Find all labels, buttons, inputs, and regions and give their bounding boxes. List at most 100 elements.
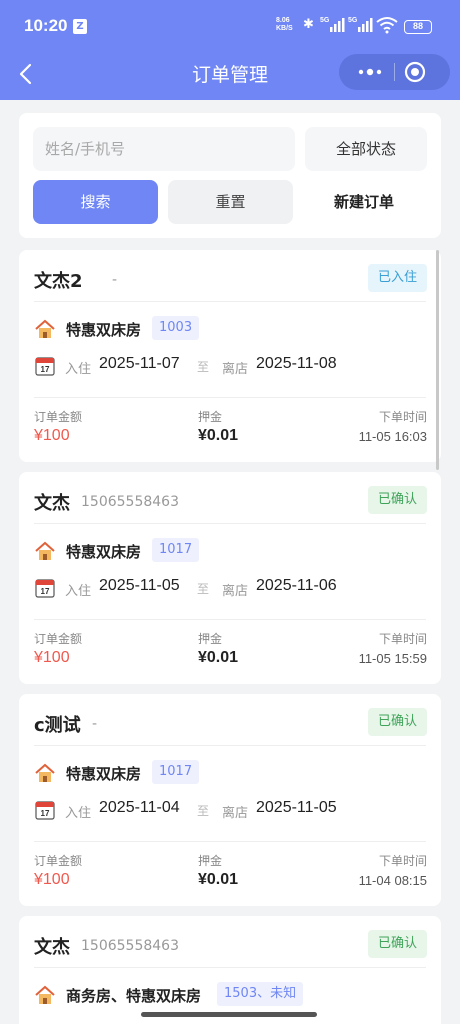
guest-name: 文杰2 xyxy=(34,271,83,292)
guest-name: 文杰 xyxy=(34,493,70,514)
house-icon xyxy=(35,541,55,560)
guest-phone: 15065558463 xyxy=(81,938,179,954)
svg-text:5G: 5G xyxy=(320,17,330,24)
order-time-label: 下单时间 xyxy=(378,854,427,868)
new-order-button[interactable]: 新建订单 xyxy=(305,180,423,224)
search-panel: 全部状态 搜索 重置 新建订单 xyxy=(19,113,441,238)
calendar-icon: 17 xyxy=(35,357,55,376)
guest-phone: - xyxy=(92,716,98,732)
order-card[interactable]: 文杰 15065558463 已确认 商务房、特惠双床房 1503、未知 xyxy=(19,916,441,1024)
checkin-date: 2025-11-07 xyxy=(99,355,180,372)
home-indicator[interactable] xyxy=(141,1012,317,1017)
app-notification-icon: Z xyxy=(73,19,87,34)
house-icon xyxy=(35,319,55,338)
deposit-value: ¥0.01 xyxy=(198,427,239,444)
date-separator: 至 xyxy=(197,360,210,374)
checkin-label: 入住 xyxy=(65,806,92,821)
signal-5g-icon: 5G xyxy=(320,17,345,32)
order-amount: ¥100 xyxy=(34,427,70,444)
capsule-divider xyxy=(394,63,395,81)
status-filter-select[interactable]: 全部状态 xyxy=(305,127,427,171)
reset-button[interactable]: 重置 xyxy=(168,180,293,224)
calendar-icon: 17 xyxy=(35,801,55,820)
status-badge: 已入住 xyxy=(367,264,427,292)
checkout-date: 2025-11-06 xyxy=(256,577,337,594)
checkin-label: 入住 xyxy=(65,584,92,599)
room-type: 特惠双床房 xyxy=(66,543,142,561)
status-bar: 10:20 Z 8.06 KB/S ✱ 5G 5G 88 xyxy=(0,0,460,50)
order-time: 11-04 08:15 xyxy=(358,873,427,888)
deposit-label: 押金 xyxy=(198,410,223,424)
order-time-label: 下单时间 xyxy=(378,632,427,646)
amount-label: 订单金额 xyxy=(34,632,83,646)
divider xyxy=(34,301,426,302)
room-type: 商务房、特惠双床房 xyxy=(66,987,202,1005)
svg-text:17: 17 xyxy=(41,809,50,818)
deposit-value: ¥0.01 xyxy=(198,871,239,888)
signal-5g-icon-2: 5G xyxy=(348,17,373,32)
deposit-value: ¥0.01 xyxy=(198,649,239,666)
divider xyxy=(34,967,426,968)
room-number: 1503、未知 xyxy=(217,982,304,1006)
checkout-date: 2025-11-08 xyxy=(256,355,337,372)
wifi-icon xyxy=(376,17,398,34)
deposit-label: 押金 xyxy=(198,854,223,868)
svg-text:17: 17 xyxy=(41,587,50,596)
battery-icon: 88 xyxy=(404,20,432,34)
status-badge: 已确认 xyxy=(367,930,427,958)
checkin-label: 入住 xyxy=(65,362,92,377)
checkin-date: 2025-11-05 xyxy=(99,577,180,594)
guest-phone: 15065558463 xyxy=(81,494,179,510)
guest-name: 文杰 xyxy=(34,937,70,958)
room-number: 1017 xyxy=(152,760,200,784)
amount-label: 订单金额 xyxy=(34,410,83,424)
order-amount: ¥100 xyxy=(34,871,70,888)
search-input[interactable] xyxy=(33,127,295,171)
order-time-label: 下单时间 xyxy=(378,410,427,424)
amount-label: 订单金额 xyxy=(34,854,83,868)
bluetooth-icon: ✱ xyxy=(303,17,314,32)
calendar-icon: 17 xyxy=(35,579,55,598)
room-number: 1003 xyxy=(152,316,200,340)
checkout-label: 离店 xyxy=(222,806,249,821)
divider xyxy=(34,523,426,524)
room-type: 特惠双床房 xyxy=(66,321,142,339)
house-icon xyxy=(35,985,55,1004)
mini-program-close-icon[interactable] xyxy=(403,60,427,84)
divider xyxy=(34,397,426,398)
mini-program-capsule xyxy=(339,54,450,90)
order-amount: ¥100 xyxy=(34,649,70,666)
status-badge: 已确认 xyxy=(367,486,427,514)
more-dots-icon[interactable] xyxy=(353,58,387,86)
guest-name: c测试 xyxy=(34,715,81,736)
checkout-label: 离店 xyxy=(222,584,249,599)
checkin-date: 2025-11-04 xyxy=(99,799,180,816)
divider xyxy=(34,745,426,746)
divider xyxy=(34,841,426,842)
scrollbar[interactable] xyxy=(436,250,439,470)
date-separator: 至 xyxy=(197,804,210,818)
net-speed: 8.06 KB/S xyxy=(276,17,293,33)
checkout-label: 离店 xyxy=(222,362,249,377)
status-badge: 已确认 xyxy=(367,708,427,736)
divider xyxy=(34,619,426,620)
checkout-date: 2025-11-05 xyxy=(256,799,337,816)
status-time: 10:20 xyxy=(24,16,68,35)
room-number: 1017 xyxy=(152,538,200,562)
search-button[interactable]: 搜索 xyxy=(33,180,158,224)
svg-text:5G: 5G xyxy=(348,17,358,24)
net-speed-value: 8.06 xyxy=(276,17,290,24)
order-card[interactable]: 文杰 15065558463 已确认 特惠双床房 1017 17 入住 2025… xyxy=(19,472,441,684)
deposit-label: 押金 xyxy=(198,632,223,646)
svg-text:17: 17 xyxy=(41,365,50,374)
order-time: 11-05 15:59 xyxy=(358,651,427,666)
order-card[interactable]: c测试 - 已确认 特惠双床房 1017 17 入住 2025-11-04 至 … xyxy=(19,694,441,906)
nav-bar: 订单管理 xyxy=(0,50,460,100)
house-icon xyxy=(35,763,55,782)
date-separator: 至 xyxy=(197,582,210,596)
guest-phone: - xyxy=(112,272,118,288)
net-speed-unit: KB/S xyxy=(276,25,293,32)
order-card[interactable]: 文杰2 - 已入住 特惠双床房 1003 17 入住 2025-11-07 至 … xyxy=(19,250,441,462)
order-time: 11-05 16:03 xyxy=(358,429,427,444)
room-type: 特惠双床房 xyxy=(66,765,142,783)
